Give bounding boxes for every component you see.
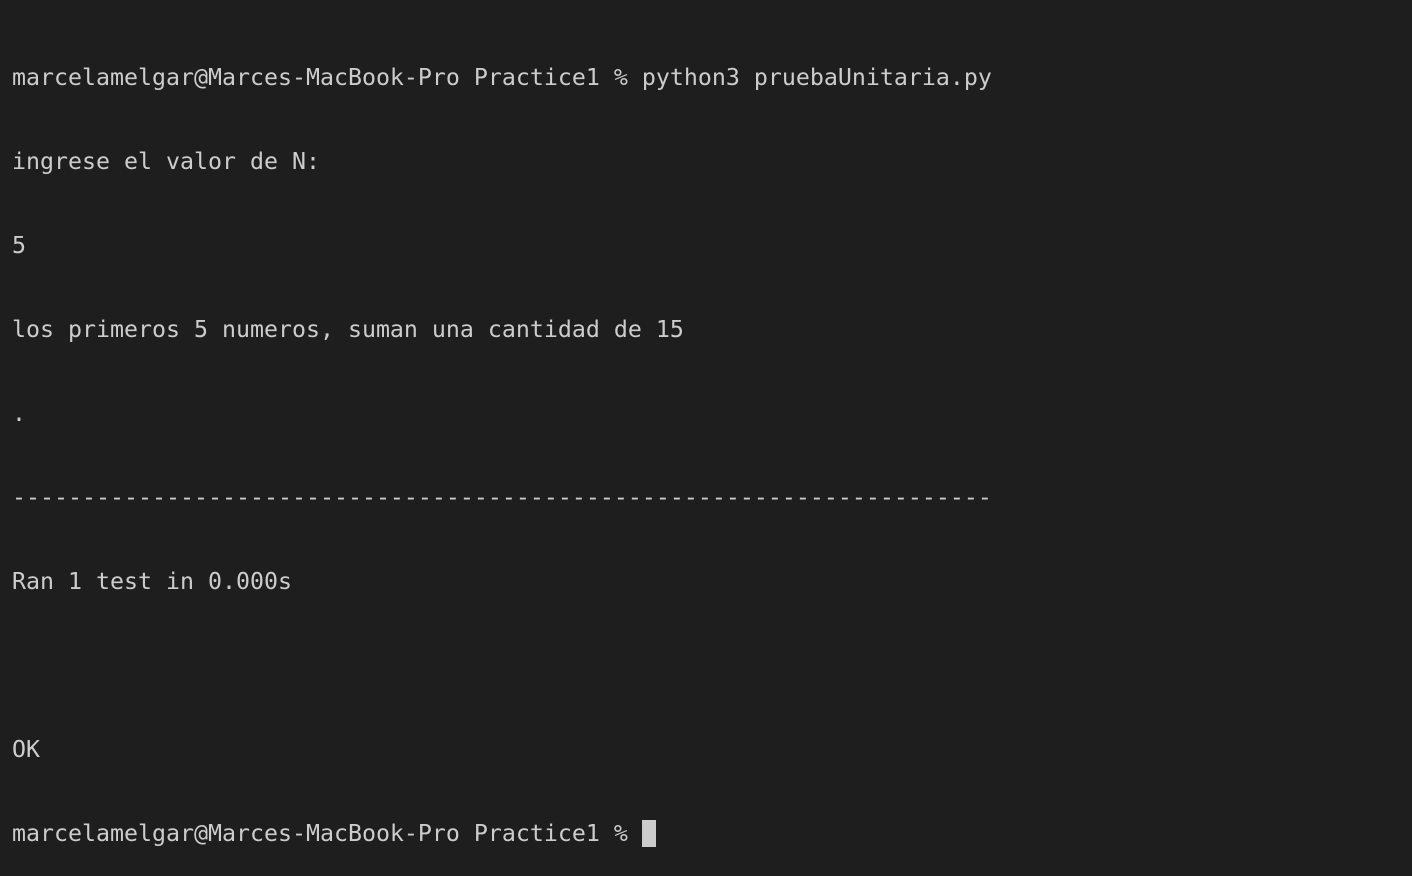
terminal-output[interactable]: marcelamelgar@Marces-MacBook-Pro Practic…: [12, 8, 992, 876]
shell-prompt: marcelamelgar@Marces-MacBook-Pro Practic…: [12, 820, 628, 847]
separator-line: ----------------------------------------…: [12, 484, 992, 511]
text-cursor: [641, 820, 656, 847]
test-summary-line: Ran 1 test in 0.000s: [12, 568, 292, 595]
shell-prompt-line[interactable]: marcelamelgar@Marces-MacBook-Pro Practic…: [12, 820, 992, 848]
command-line: marcelamelgar@Marces-MacBook-Pro Practic…: [12, 64, 992, 91]
test-result-line: OK: [12, 736, 40, 763]
input-prompt-line: ingrese el valor de N:: [12, 148, 320, 175]
user-input-line: 5: [12, 232, 26, 259]
test-progress-line: .: [12, 400, 26, 427]
output-line: los primeros 5 numeros, suman una cantid…: [12, 316, 684, 343]
